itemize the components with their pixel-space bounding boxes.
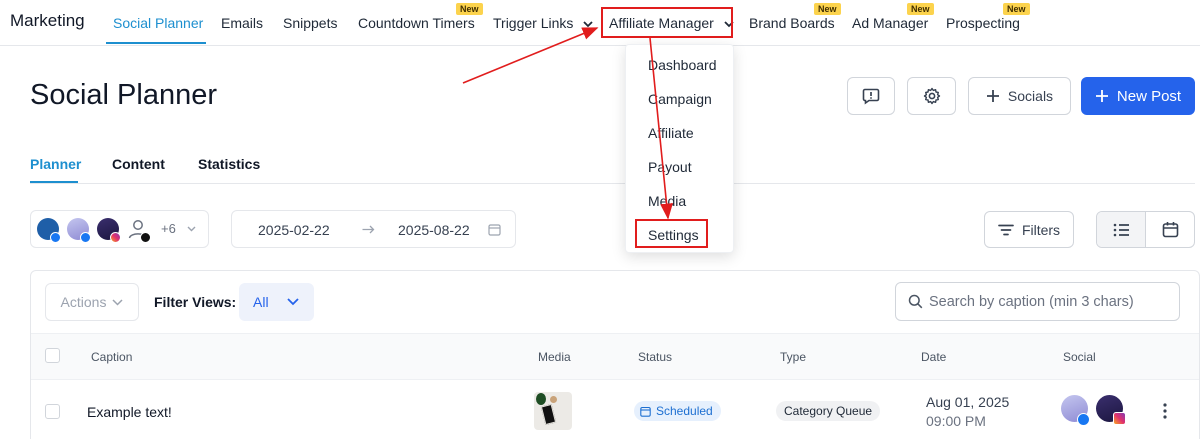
nav-social-planner[interactable]: Social Planner bbox=[113, 15, 203, 31]
add-socials-button[interactable]: Socials bbox=[968, 77, 1071, 115]
filter-views-label: Filter Views: bbox=[154, 294, 237, 310]
calendar-icon bbox=[488, 224, 501, 236]
column-header-type: Type bbox=[780, 350, 807, 364]
nav-active-indicator bbox=[106, 42, 206, 44]
instagram-icon bbox=[110, 232, 121, 243]
new-badge: New bbox=[814, 3, 841, 15]
dropdown-item-media[interactable]: Media bbox=[648, 193, 686, 209]
annotation-highlight-box bbox=[601, 7, 733, 38]
new-badge: New bbox=[907, 3, 934, 15]
filters-button[interactable]: Filters bbox=[984, 211, 1074, 248]
top-navigation: Marketing Social Planner Emails Snippets… bbox=[0, 0, 1200, 46]
tab-content[interactable]: Content bbox=[112, 156, 165, 172]
type-label: Category Queue bbox=[784, 404, 873, 418]
date-end: 2025-08-22 bbox=[398, 222, 470, 238]
chevron-down-icon bbox=[112, 298, 123, 306]
plant-shape bbox=[536, 393, 546, 405]
filter-views-value: All bbox=[253, 294, 269, 310]
nav-trigger-links[interactable]: Trigger Links bbox=[493, 15, 593, 31]
nav-emails[interactable]: Emails bbox=[221, 15, 263, 31]
chevron-down-icon bbox=[583, 21, 593, 28]
add-socials-label: Socials bbox=[1007, 88, 1054, 104]
column-header-media: Media bbox=[538, 350, 571, 364]
tabs-divider bbox=[30, 183, 1195, 184]
column-header-date: Date bbox=[921, 350, 947, 364]
tab-statistics[interactable]: Statistics bbox=[198, 156, 260, 172]
dropdown-item-payout[interactable]: Payout bbox=[648, 159, 692, 175]
settings-button[interactable] bbox=[907, 77, 956, 115]
media-thumbnail[interactable] bbox=[534, 392, 572, 430]
calendar-clock-icon bbox=[640, 406, 651, 417]
filters-label: Filters bbox=[1021, 221, 1061, 238]
nav-brand-boards[interactable]: Brand Boards bbox=[749, 15, 835, 31]
calendar-icon bbox=[1162, 222, 1179, 238]
table-header bbox=[31, 333, 1199, 380]
tab-planner[interactable]: Planner bbox=[30, 156, 81, 172]
row-checkbox[interactable] bbox=[45, 404, 60, 419]
page-title: Social Planner bbox=[30, 79, 217, 111]
post-date: Aug 01, 2025 bbox=[926, 394, 1010, 410]
feedback-button[interactable] bbox=[847, 77, 895, 115]
list-view-button[interactable] bbox=[1097, 212, 1146, 247]
tab-active-indicator bbox=[30, 181, 78, 183]
dropdown-item-dashboard[interactable]: Dashboard bbox=[648, 57, 717, 73]
new-post-label: New Post bbox=[1116, 87, 1182, 105]
feedback-icon bbox=[862, 88, 880, 105]
account-selector[interactable]: +6 bbox=[30, 210, 209, 248]
dropdown-item-campaign[interactable]: Campaign bbox=[648, 91, 712, 107]
nav-countdown-timers[interactable]: Countdown Timers bbox=[358, 15, 475, 31]
search-input[interactable]: Search by caption (min 3 chars) bbox=[895, 282, 1180, 321]
tiktok-icon bbox=[140, 232, 151, 243]
actions-dropdown[interactable]: Actions bbox=[45, 283, 139, 321]
facebook-icon bbox=[1077, 413, 1090, 426]
nav-ad-manager[interactable]: Ad Manager bbox=[852, 15, 928, 31]
filter-views-select[interactable]: All bbox=[239, 283, 314, 321]
new-badge: New bbox=[1003, 3, 1030, 15]
nav-prospecting[interactable]: Prospecting bbox=[946, 15, 1020, 31]
select-all-checkbox[interactable] bbox=[45, 348, 60, 363]
instagram-icon bbox=[1113, 412, 1126, 425]
gear-icon bbox=[923, 87, 940, 105]
actions-label: Actions bbox=[60, 294, 107, 310]
view-toggle bbox=[1096, 211, 1195, 248]
row-caption[interactable]: Example text! bbox=[87, 404, 172, 420]
annotation-highlight-box bbox=[635, 219, 708, 248]
chevron-down-icon bbox=[187, 226, 196, 232]
facebook-icon bbox=[80, 232, 91, 243]
new-badge: New bbox=[456, 3, 483, 15]
list-icon bbox=[1113, 223, 1129, 236]
decor-shape bbox=[550, 396, 557, 403]
arrow-right-icon bbox=[362, 225, 375, 234]
column-header-social: Social bbox=[1063, 350, 1096, 364]
filter-lines-icon bbox=[998, 224, 1014, 235]
calendar-view-button[interactable] bbox=[1146, 212, 1194, 247]
brand-title: Marketing bbox=[10, 11, 85, 30]
nav-trigger-links-label: Trigger Links bbox=[493, 15, 574, 31]
plus-icon bbox=[986, 90, 999, 102]
type-badge: Category Queue bbox=[776, 401, 881, 421]
chevron-down-icon bbox=[286, 298, 299, 306]
status-badge: Scheduled bbox=[634, 401, 721, 421]
more-accounts-count: +6 bbox=[161, 221, 176, 236]
date-start: 2025-02-22 bbox=[258, 222, 330, 238]
phone-shape bbox=[540, 403, 557, 426]
nav-snippets[interactable]: Snippets bbox=[283, 15, 337, 31]
column-header-status: Status bbox=[638, 350, 673, 364]
more-vertical-icon[interactable] bbox=[1163, 403, 1167, 419]
dropdown-item-affiliate[interactable]: Affiliate bbox=[648, 125, 694, 141]
column-header-caption: Caption bbox=[91, 350, 133, 364]
post-time: 09:00 PM bbox=[926, 413, 986, 429]
status-label: Scheduled bbox=[656, 404, 713, 418]
plus-icon bbox=[1095, 90, 1108, 102]
social-badge-icon bbox=[50, 232, 61, 243]
search-placeholder: Search by caption (min 3 chars) bbox=[929, 293, 1134, 310]
new-post-button[interactable]: New Post bbox=[1081, 77, 1195, 115]
search-icon bbox=[908, 294, 923, 309]
date-range-picker[interactable]: 2025-02-22 2025-08-22 bbox=[231, 210, 516, 248]
